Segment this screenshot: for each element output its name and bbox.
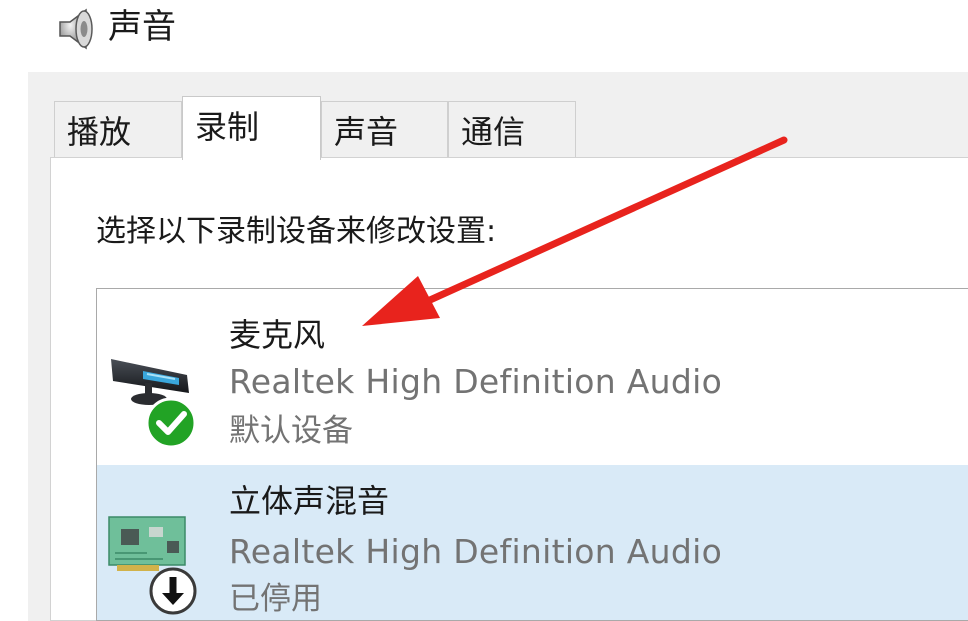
tab-communications-label: 通信 <box>461 113 526 151</box>
device-driver: Realtek High Definition Audio <box>229 532 723 571</box>
tab-recording-label: 录制 <box>195 108 260 146</box>
microphone-icon <box>111 359 197 449</box>
window-titlebar: 声音 <box>0 0 968 72</box>
disabled-arrow-icon <box>149 567 197 615</box>
tab-sounds-label: 声音 <box>334 113 399 151</box>
tab-playback[interactable]: 播放 <box>54 101 182 157</box>
device-row-microphone[interactable]: 麦克风 Realtek High Definition Audio 默认设备 <box>97 289 968 464</box>
device-name: 立体声混音 <box>229 482 390 520</box>
device-status: 默认设备 <box>229 413 353 449</box>
device-status: 已停用 <box>229 581 322 617</box>
device-name: 麦克风 <box>229 316 326 354</box>
default-checkmark-icon <box>145 397 197 449</box>
speaker-icon <box>59 8 93 50</box>
tab-recording[interactable]: 录制 <box>182 96 321 160</box>
tab-communications[interactable]: 通信 <box>448 101 576 157</box>
window-title: 声音 <box>108 7 176 47</box>
tab-sounds[interactable]: 声音 <box>321 101 448 157</box>
instruction-text: 选择以下录制设备来修改设置: <box>96 214 497 249</box>
device-row-stereo-mix[interactable]: 立体声混音 Realtek High Definition Audio 已停用 <box>97 465 968 620</box>
sound-card-icon <box>108 516 197 615</box>
tab-playback-label: 播放 <box>67 113 132 151</box>
device-driver: Realtek High Definition Audio <box>229 362 723 401</box>
recording-device-list[interactable]: 麦克风 Realtek High Definition Audio 默认设备 立… <box>96 288 968 621</box>
